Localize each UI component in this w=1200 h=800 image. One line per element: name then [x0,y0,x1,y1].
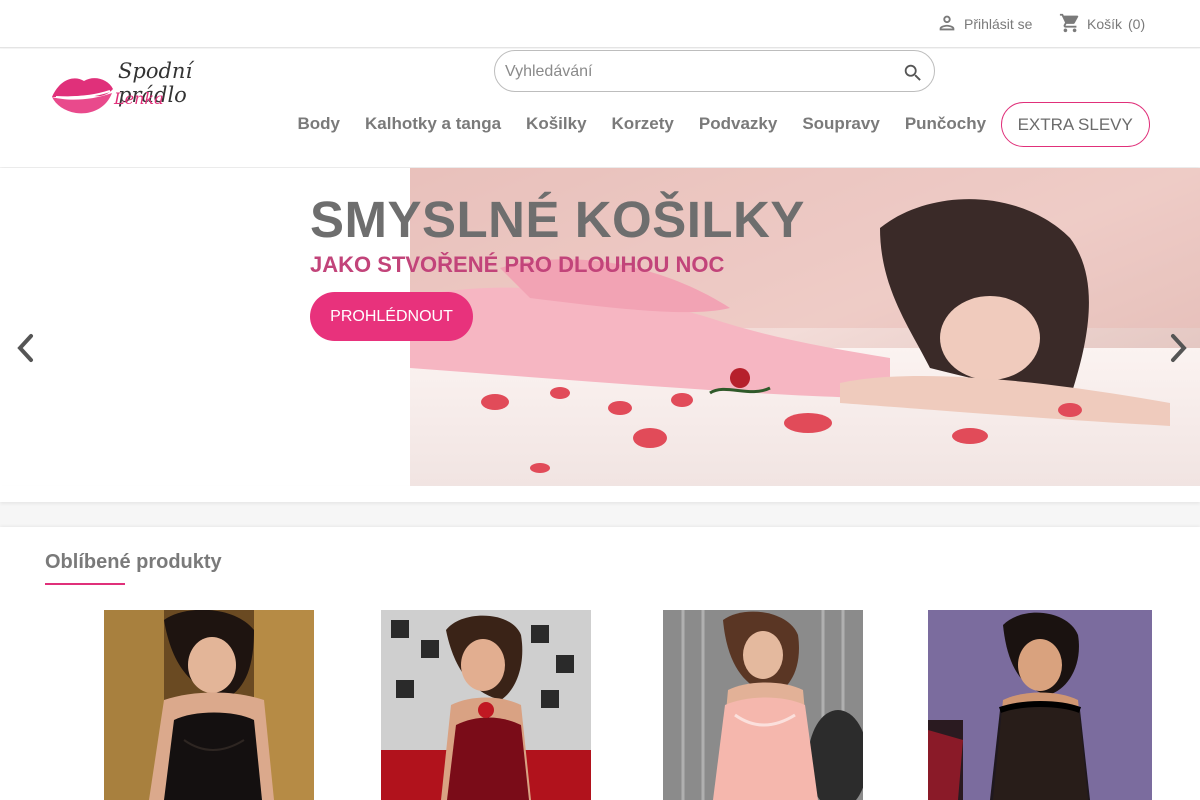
product-image[interactable] [381,610,591,800]
search-icon[interactable] [902,62,924,84]
slide-subtitle: JAKO STVOŘENÉ PRO DLOUHOU NOC [310,252,725,277]
cart-link[interactable]: Košík (0) [1059,12,1145,36]
slide-title: SMYSLNÉ KOŠILKY [310,191,805,248]
nav-item-puncochy[interactable]: Punčochy [892,102,998,146]
user-icon [936,12,958,37]
featured-title: Oblíbené produkty [45,551,222,573]
search-bar [494,50,935,92]
search-input[interactable] [505,59,885,85]
site-header: Spodní prádlo Lenka Body Kalhotky a tang… [0,49,1200,167]
title-underline [45,583,125,585]
cart-label: Košík [1087,16,1123,32]
sign-in-label: Přihlásit se [964,16,1033,32]
logo-text-name: Lenka [114,89,164,108]
nav-item-soupravy[interactable]: Soupravy [790,102,892,146]
nav-item-kalhotky-a-tanga[interactable]: Kalhotky a tanga [353,102,514,146]
browse-button[interactable]: PROHLÉDNOUT [310,292,473,341]
main-nav: Body Kalhotky a tanga Košilky Korzety Po… [285,101,1150,147]
hero-slider: SMYSLNÉ KOŠILKY JAKO STVOŘENÉ PRO DLOUHO… [0,168,1200,486]
lips-icon [52,78,113,114]
product-image[interactable] [928,610,1152,800]
sign-in-link[interactable]: Přihlásit se [936,12,1032,36]
slider-footer [0,486,1200,502]
site-logo[interactable]: Spodní prádlo Lenka [50,57,250,119]
product-image[interactable] [663,610,863,800]
nav-item-body[interactable]: Body [285,102,353,146]
nav-item-podvazky[interactable]: Podvazky [686,102,789,146]
nav-item-kosilky[interactable]: Košilky [514,102,599,146]
nav-item-korzety[interactable]: Korzety [599,102,686,146]
nav-item-extra-slevy[interactable]: EXTRA SLEVY [1000,101,1150,147]
shopping-cart-icon [1059,12,1081,37]
featured-products: Oblíbené produkty [0,527,1200,800]
chevron-right-icon[interactable] [1166,332,1190,364]
cart-count: (0) [1128,16,1146,32]
chevron-left-icon[interactable] [14,332,38,364]
product-image[interactable] [104,610,314,800]
top-bar: Přihlásit se Košík (0) [0,0,1200,48]
